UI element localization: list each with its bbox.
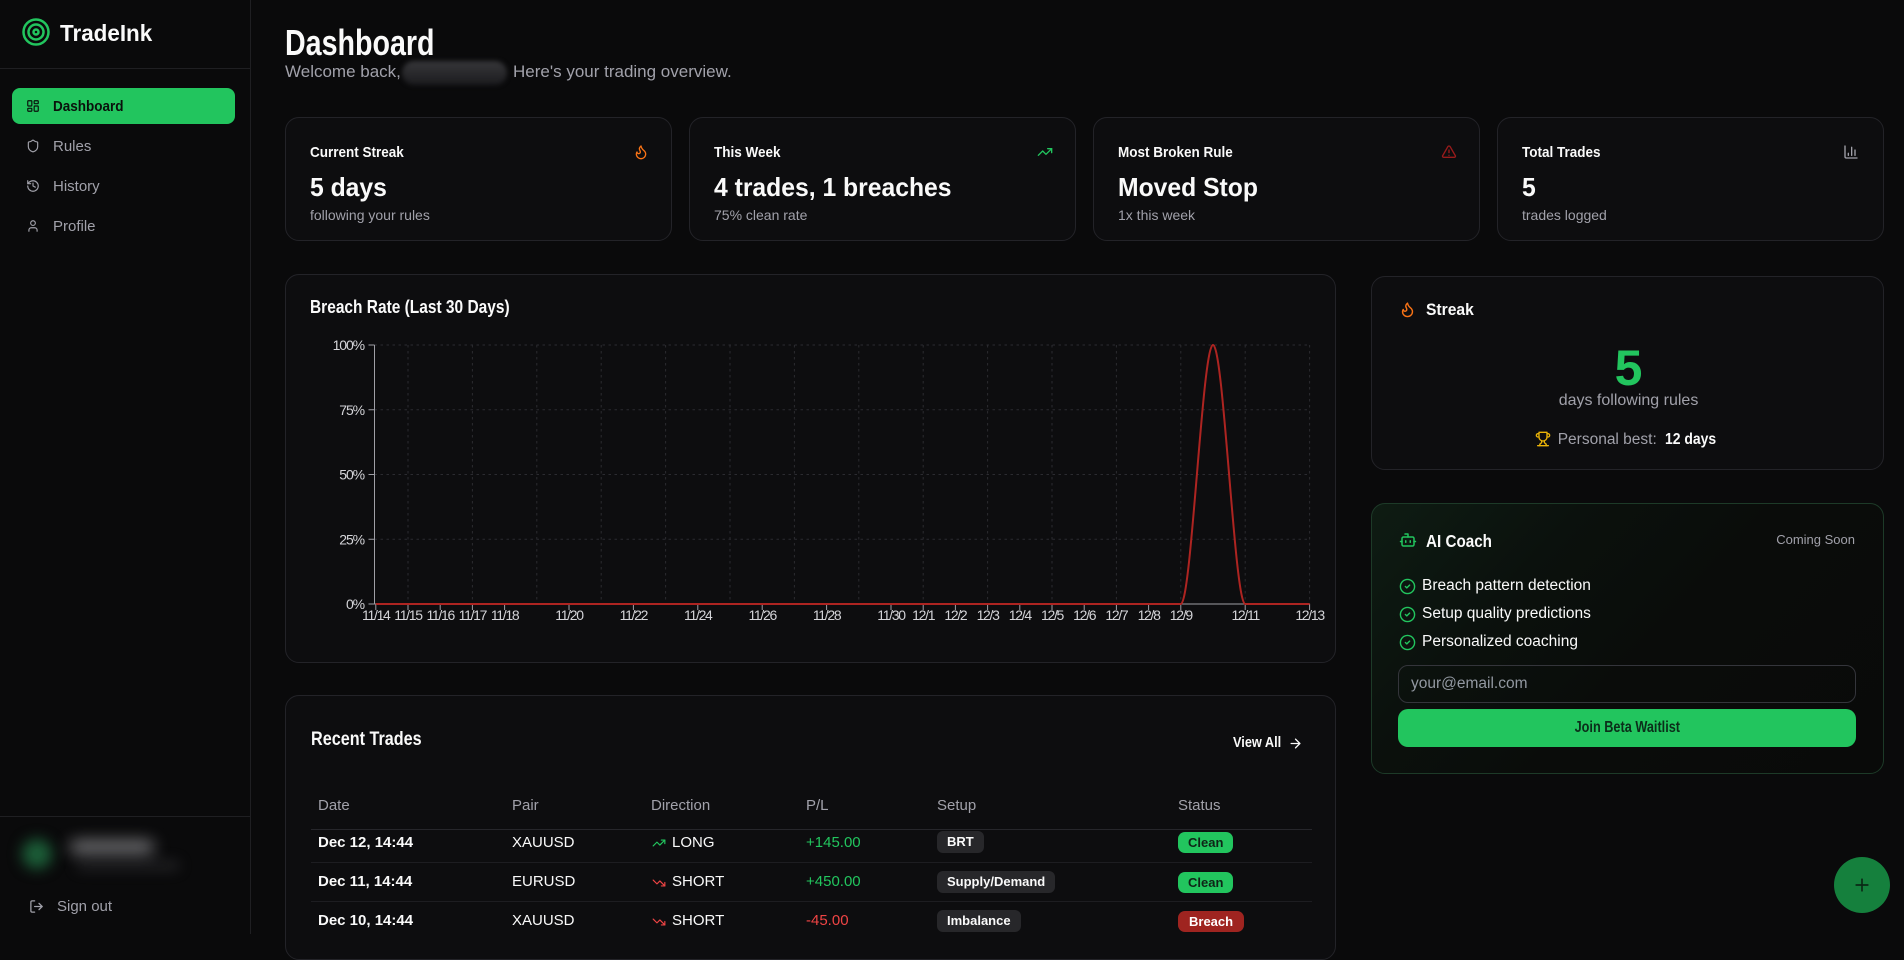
svg-text:12/13: 12/13 [1295, 607, 1325, 623]
svg-text:12/11: 12/11 [1231, 607, 1260, 623]
svg-text:12/1: 12/1 [912, 607, 936, 623]
svg-text:11/22: 11/22 [620, 607, 649, 623]
svg-text:11/20: 11/20 [555, 607, 584, 623]
svg-text:11/26: 11/26 [748, 607, 777, 623]
svg-text:12/5: 12/5 [1041, 607, 1065, 623]
svg-text:75%: 75% [339, 402, 364, 418]
svg-text:11/16: 11/16 [426, 607, 455, 623]
svg-text:12/2: 12/2 [944, 607, 968, 623]
svg-text:12/8: 12/8 [1138, 607, 1162, 623]
svg-text:11/15: 11/15 [394, 607, 423, 623]
svg-text:25%: 25% [339, 531, 364, 547]
svg-text:12/6: 12/6 [1073, 607, 1097, 623]
svg-text:12/9: 12/9 [1170, 607, 1194, 623]
svg-text:100%: 100% [333, 337, 365, 353]
svg-text:11/24: 11/24 [684, 607, 713, 623]
svg-text:11/18: 11/18 [491, 607, 520, 623]
svg-text:11/28: 11/28 [813, 607, 842, 623]
svg-text:12/7: 12/7 [1105, 607, 1129, 623]
svg-text:12/3: 12/3 [977, 607, 1001, 623]
svg-text:11/30: 11/30 [877, 607, 906, 623]
svg-text:50%: 50% [339, 467, 364, 483]
svg-text:11/17: 11/17 [459, 607, 488, 623]
svg-text:11/14: 11/14 [362, 607, 391, 623]
svg-text:12/4: 12/4 [1009, 607, 1033, 623]
